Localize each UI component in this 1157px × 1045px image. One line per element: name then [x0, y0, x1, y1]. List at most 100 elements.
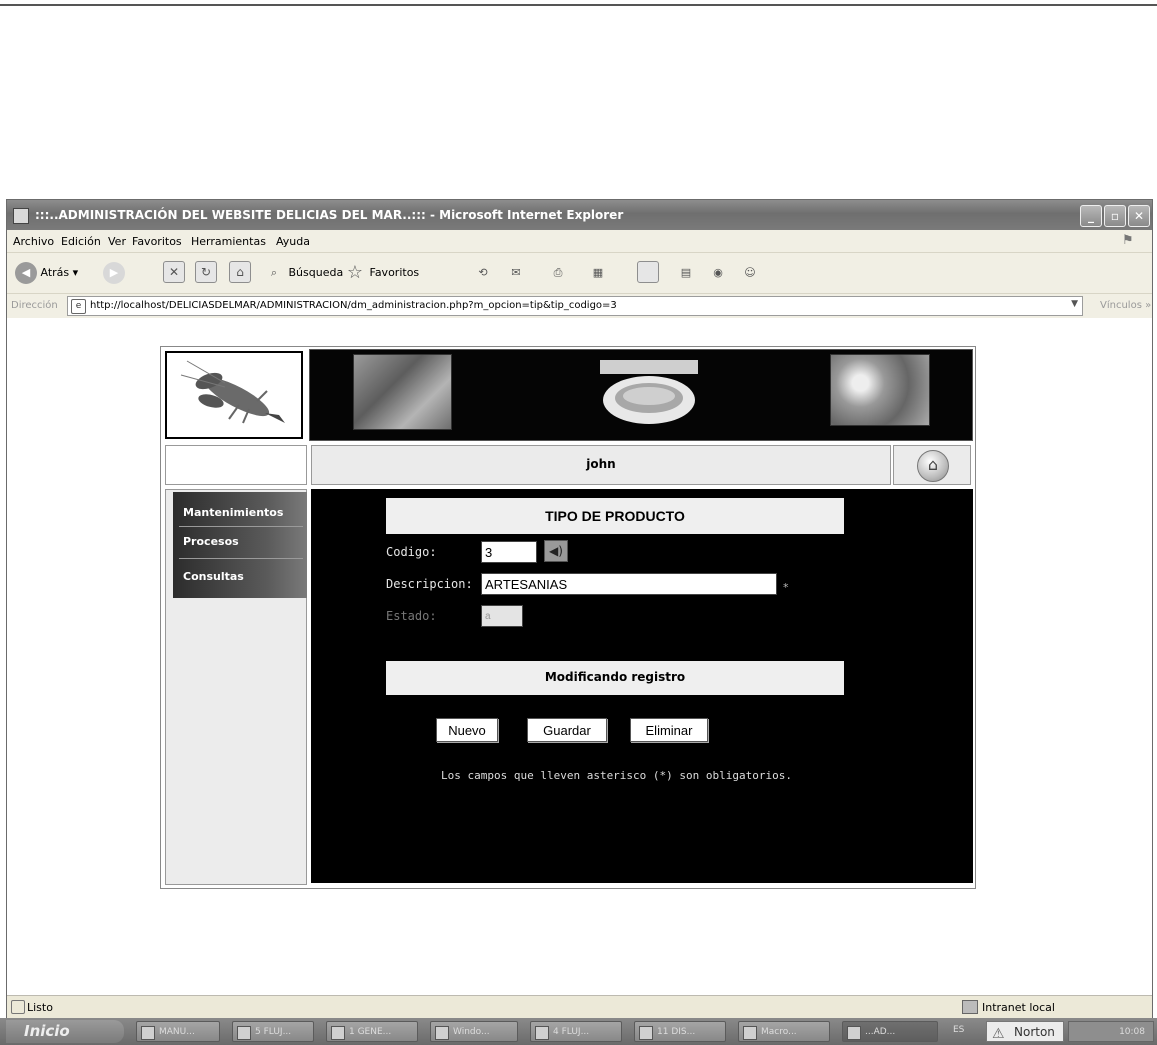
address-url: http://localhost/DELICIASDELMAR/ADMINIST… [90, 300, 617, 311]
browser-window: :::..ADMINISTRACIÓN DEL WEBSITE DELICIAS… [6, 199, 1153, 1019]
print-icon: ⎙ [553, 266, 563, 279]
favorites-label: Favoritos [369, 266, 420, 279]
menu-favoritos[interactable]: Favoritos [132, 235, 182, 248]
left-header-cell [165, 445, 307, 485]
messenger-icon: ◉ [713, 266, 723, 279]
maximize-button[interactable]: ▫ [1104, 205, 1126, 227]
page-status-icon [11, 1000, 25, 1014]
menu-ver[interactable]: Ver [108, 235, 126, 248]
eliminar-button[interactable]: Eliminar [630, 718, 708, 742]
search-label: Búsqueda [288, 266, 344, 279]
menu-herramientas[interactable]: Herramientas [191, 235, 266, 248]
system-clock[interactable]: 10:08 [1068, 1021, 1154, 1042]
discuss-button[interactable] [637, 261, 659, 285]
minimize-button[interactable]: _ [1080, 205, 1102, 227]
mail-button[interactable]: ✉ [505, 261, 527, 285]
close-button[interactable]: ✕ [1128, 205, 1150, 227]
history-button[interactable]: ⟲ [472, 261, 494, 285]
window-title: :::..ADMINISTRACIÓN DEL WEBSITE DELICIAS… [35, 208, 624, 222]
chevron-down-icon: ▾ [72, 266, 79, 279]
menu-bar: Archivo Edición Ver Favoritos Herramient… [7, 230, 1152, 252]
research-button[interactable]: ▤ [675, 261, 697, 285]
address-bar: Dirección e http://localhost/DELICIASDEL… [7, 293, 1152, 319]
lobster-image [180, 360, 285, 424]
scan-border-line [0, 4, 1157, 6]
mail-icon: ✉ [511, 266, 521, 279]
stop-button[interactable]: ✕ [163, 261, 185, 285]
research-icon: ▤ [680, 266, 692, 279]
codigo-input[interactable] [481, 541, 537, 563]
address-input[interactable]: e http://localhost/DELICIASDELMAR/ADMINI… [67, 296, 1083, 316]
messenger-button[interactable]: ◉ [707, 261, 729, 285]
status-bar: Listo Intranet local [7, 995, 1152, 1018]
taskbar-item-active[interactable]: ...AD... [842, 1021, 938, 1042]
forward-icon: ▶ [103, 262, 125, 284]
start-button[interactable]: Inicio [6, 1020, 124, 1043]
document-icon [535, 1026, 549, 1040]
zone-text: Intranet local [982, 1001, 1055, 1014]
search-button[interactable]: ⌕ Búsqueda [263, 261, 343, 285]
print-button[interactable]: ⎙ [547, 261, 569, 285]
menu-archivo[interactable]: Archivo [13, 235, 54, 248]
ie-icon [847, 1026, 861, 1040]
status-message: Modificando registro [544, 670, 686, 684]
taskbar-item[interactable]: Macro... [738, 1021, 830, 1042]
links-label[interactable]: Vínculos » [1100, 300, 1151, 311]
nav-menu: Mantenimientos Procesos Consultas [173, 492, 307, 598]
favorites-button[interactable]: ☆ Favoritos [344, 261, 419, 285]
back-icon: ◀ [15, 262, 37, 284]
document-icon [237, 1026, 251, 1040]
shrimp-photo [830, 354, 930, 426]
stop-icon: ✕ [163, 261, 185, 283]
taskbar-item[interactable]: Windo... [430, 1021, 518, 1042]
taskbar-item[interactable]: MANU... [136, 1021, 220, 1042]
user-name: john [586, 457, 616, 471]
page-icon: e [71, 299, 86, 314]
estado-input[interactable] [481, 605, 523, 627]
descripcion-input[interactable] [481, 573, 777, 595]
required-asterisk: * [783, 581, 789, 594]
macro-icon [743, 1026, 757, 1040]
tool-extra-button[interactable]: ☺ [739, 261, 761, 285]
forward-button[interactable]: ▶ [103, 261, 125, 285]
admin-page: john ⌂ Mantenimientos Procesos Consultas… [160, 346, 976, 889]
windows-throbber-icon: ⚑ [1122, 233, 1134, 248]
nav-consultas[interactable]: Consultas [183, 570, 244, 583]
page-viewport: john ⌂ Mantenimientos Procesos Consultas… [7, 318, 1152, 995]
menu-ayuda[interactable]: Ayuda [276, 235, 310, 248]
descripcion-label: Descripcion: [386, 577, 473, 591]
nav-procesos[interactable]: Procesos [183, 535, 239, 548]
form-title: TIPO DE PRODUCTO [545, 508, 685, 524]
home-button[interactable]: ⌂ [229, 261, 251, 285]
nav-mantenimientos[interactable]: Mantenimientos [183, 506, 283, 519]
title-bar[interactable]: :::..ADMINISTRACIÓN DEL WEBSITE DELICIAS… [7, 200, 1152, 230]
document-icon [331, 1026, 345, 1040]
speaker-icon[interactable]: ◀) [544, 540, 568, 562]
language-indicator[interactable]: ES [953, 1025, 964, 1035]
norton-tray[interactable]: ⚠ Norton [986, 1021, 1064, 1042]
lobster-logo [165, 351, 303, 439]
edit-icon: ▦ [592, 266, 604, 279]
taskbar-item[interactable]: 5 FLUJ... [232, 1021, 314, 1042]
nuevo-button[interactable]: Nuevo [436, 718, 498, 742]
form-header: TIPO DE PRODUCTO [386, 498, 844, 534]
nav-divider [179, 526, 303, 527]
discuss-icon [637, 261, 659, 283]
menu-edicion[interactable]: Edición [61, 235, 101, 248]
warning-icon: ⚠ [992, 1026, 1005, 1042]
edit-button[interactable]: ▦ [587, 261, 609, 285]
guardar-button[interactable]: Guardar [527, 718, 607, 742]
address-dropdown-icon[interactable]: ▼ [1071, 299, 1078, 309]
browser-toolbar: ◀ Atrás ▾ ▶ ✕ ↻ ⌂ ⌕ Búsqueda ☆ Favoritos… [7, 252, 1152, 293]
estado-label: Estado: [386, 609, 437, 623]
taskbar-item[interactable]: 4 FLUJ... [530, 1021, 622, 1042]
sidebar: Mantenimientos Procesos Consultas [165, 489, 307, 885]
taskbar: Inicio MANU... 5 FLUJ... 1 GENE... Windo… [0, 1018, 1157, 1045]
taskbar-item[interactable]: 1 GENE... [326, 1021, 418, 1042]
home-link-icon[interactable]: ⌂ [917, 450, 949, 482]
refresh-button[interactable]: ↻ [195, 261, 217, 285]
history-icon: ⟲ [478, 266, 488, 279]
back-button[interactable]: ◀ Atrás ▾ [15, 261, 78, 285]
ie-app-icon [13, 208, 29, 224]
taskbar-item[interactable]: 11 DIS... [634, 1021, 726, 1042]
